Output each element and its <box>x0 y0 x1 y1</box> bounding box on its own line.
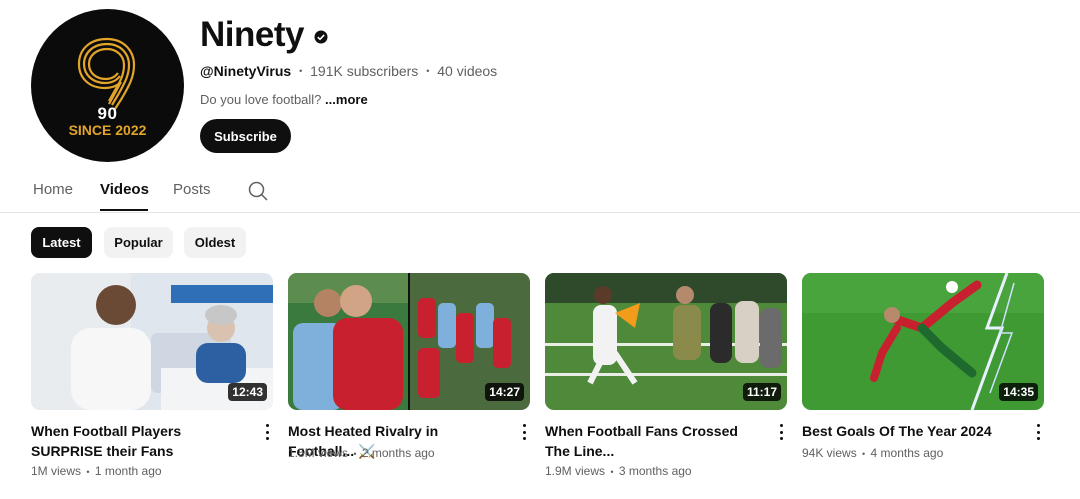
video-title[interactable]: When Football Fans Crossed The Line... <box>545 421 763 461</box>
video-duration: 12:43 <box>228 383 267 401</box>
stats-separator: • <box>86 467 90 477</box>
subscriber-count: 191K subscribers <box>310 63 419 79</box>
filter-chip-latest[interactable]: Latest <box>31 227 92 258</box>
video-age: 1 month ago <box>94 464 162 478</box>
video-duration: 11:17 <box>742 383 781 401</box>
channel-meta: @NinetyVirus • 191K subscribers • 40 vid… <box>200 63 497 79</box>
video-title[interactable]: Best Goals Of The Year 2024 <box>802 421 1020 441</box>
meta-separator: • <box>426 66 430 76</box>
video-card[interactable]: 14:27 Most Heated Rivalry in Football...… <box>288 273 530 460</box>
video-views: 1M views <box>31 464 82 478</box>
video-views: 94K views <box>802 446 857 460</box>
video-stats: 1.9M views • 3 months ago <box>545 464 692 478</box>
filter-chip-oldest[interactable]: Oldest <box>184 227 246 258</box>
stats-separator: • <box>610 467 614 477</box>
channel-name-text: Ninety <box>200 15 304 54</box>
video-more-options-icon[interactable] <box>773 423 789 441</box>
video-thumbnail[interactable]: 14:35 <box>802 273 1044 410</box>
channel-handle: @NinetyVirus <box>200 63 292 79</box>
video-stats: 1.5M views • 2 months ago <box>288 446 435 460</box>
tab-posts[interactable]: Posts <box>173 181 211 198</box>
video-duration: 14:35 <box>999 383 1038 401</box>
avatar-number: 90 <box>97 104 118 123</box>
tab-videos[interactable]: Videos <box>100 181 149 198</box>
video-age: 3 months ago <box>618 464 692 478</box>
video-thumbnail[interactable]: 11:17 <box>545 273 787 410</box>
channel-description[interactable]: Do you love football? ...more <box>200 92 368 107</box>
video-more-options-icon[interactable] <box>1030 423 1046 441</box>
video-count: 40 videos <box>437 63 498 79</box>
meta-separator: • <box>299 66 303 76</box>
video-card[interactable]: 14:35 Best Goals Of The Year 2024 94K vi… <box>802 273 1044 460</box>
video-age: 4 months ago <box>870 446 944 460</box>
ninety-logo-icon <box>77 37 136 110</box>
video-views: 1.9M views <box>545 464 606 478</box>
video-stats: 94K views • 4 months ago <box>802 446 943 460</box>
video-card[interactable]: 11:17 When Football Fans Crossed The Lin… <box>545 273 787 478</box>
active-tab-indicator <box>100 209 148 211</box>
video-stats: 1M views • 1 month ago <box>31 464 162 478</box>
description-text: Do you love football? <box>200 92 322 107</box>
video-thumbnail[interactable]: 14:27 <box>288 273 530 410</box>
video-card[interactable]: 12:43 When Football Players SURPRISE the… <box>31 273 273 478</box>
video-more-options-icon[interactable] <box>516 423 532 441</box>
stats-separator: • <box>862 449 866 459</box>
video-duration: 14:27 <box>485 383 524 401</box>
avatar-since-text: SINCE 2022 <box>68 122 147 138</box>
subscribe-button[interactable]: Subscribe <box>200 119 291 153</box>
stats-separator: • <box>353 449 357 459</box>
video-age: 2 months ago <box>361 446 435 460</box>
search-icon[interactable] <box>247 180 269 202</box>
channel-name: Ninety <box>200 15 328 55</box>
description-more-link[interactable]: ...more <box>325 92 368 107</box>
video-more-options-icon[interactable] <box>259 423 275 441</box>
video-title[interactable]: When Football Players SURPRISE their Fan… <box>31 421 249 461</box>
filter-chip-popular[interactable]: Popular <box>104 227 173 258</box>
video-thumbnail[interactable]: 12:43 <box>31 273 273 410</box>
verified-badge-icon <box>314 30 328 44</box>
tab-home[interactable]: Home <box>33 181 73 198</box>
channel-avatar[interactable]: 90 SINCE 2022 <box>31 9 184 162</box>
channel-tabs: Home Videos Posts <box>0 172 1080 213</box>
video-views: 1.5M views <box>288 446 349 460</box>
